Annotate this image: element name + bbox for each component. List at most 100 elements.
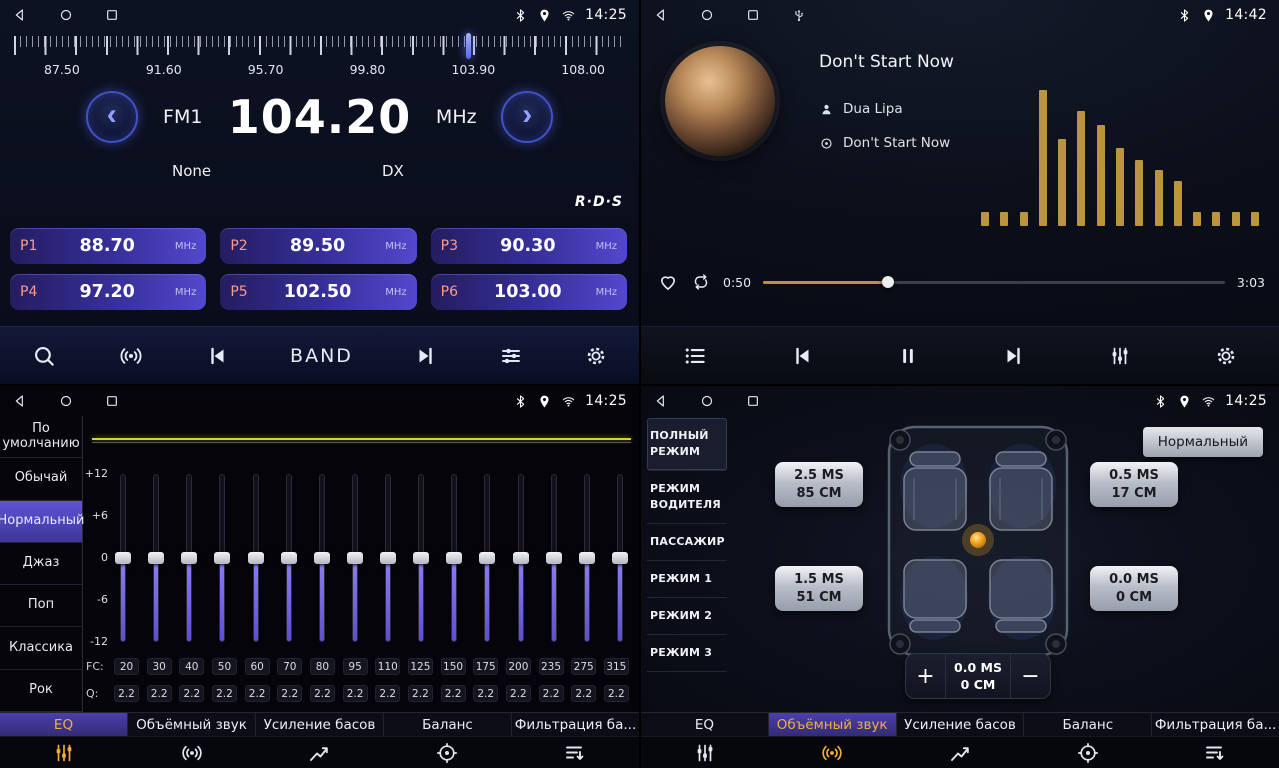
balance-icon-button[interactable] — [383, 737, 511, 768]
eq-preset-item[interactable]: По умолчанию — [0, 416, 82, 458]
eq-slider-thumb[interactable] — [612, 552, 628, 564]
home-button[interactable] — [58, 7, 74, 23]
tab-balance[interactable]: Баланс — [384, 713, 512, 736]
eq-icon-button[interactable] — [641, 737, 769, 768]
recent-apps-button[interactable] — [104, 7, 120, 23]
delay-rear-left[interactable]: 1.5 MS 51 CM — [775, 566, 863, 611]
settings-button[interactable] — [1214, 344, 1238, 368]
radio-preset-button[interactable]: P5102.50MHz — [220, 274, 416, 310]
eq-slider-thumb[interactable] — [148, 552, 164, 564]
eq-band-slider[interactable] — [180, 474, 198, 642]
eq-preset-item[interactable]: Обычай — [0, 458, 82, 500]
recent-apps-button[interactable] — [745, 7, 761, 23]
eq-preset-item[interactable]: Рок — [0, 670, 82, 712]
tab-bass-boost[interactable]: Усиление басов — [897, 713, 1025, 736]
eq-preset-item[interactable]: Классика — [0, 627, 82, 669]
eq-preset-item[interactable]: Поп — [0, 585, 82, 627]
eq-slider-thumb[interactable] — [513, 552, 529, 564]
eq-band-slider[interactable] — [247, 474, 265, 642]
bass-boost-icon-button[interactable] — [256, 737, 384, 768]
balance-icon-button[interactable] — [1024, 737, 1152, 768]
minus-button[interactable]: − — [1010, 654, 1050, 698]
radio-preset-button[interactable]: P390.30MHz — [431, 228, 627, 264]
eq-slider-thumb[interactable] — [546, 552, 562, 564]
eq-icon-button[interactable] — [0, 737, 128, 768]
tab-eq[interactable]: EQ — [641, 713, 769, 736]
car-cabin-visual[interactable] — [884, 422, 1072, 660]
eq-slider-thumb[interactable] — [380, 552, 396, 564]
eq-band-slider[interactable] — [578, 474, 596, 642]
eq-band-slider[interactable] — [379, 474, 397, 642]
eq-band-slider[interactable] — [545, 474, 563, 642]
tune-up-button[interactable]: › — [501, 91, 553, 143]
eq-band-slider[interactable] — [445, 474, 463, 642]
eq-preset-item[interactable]: Джаз — [0, 543, 82, 585]
eq-band-slider[interactable] — [213, 474, 231, 642]
eq-slider-thumb[interactable] — [579, 552, 595, 564]
eq-slider-thumb[interactable] — [181, 552, 197, 564]
home-button[interactable] — [699, 393, 715, 409]
seek-up-button[interactable] — [414, 344, 438, 368]
sf-mode-item[interactable]: ПОЛНЫЙ РЕЖИМ — [647, 418, 727, 471]
delay-front-left[interactable]: 2.5 MS 85 CM — [775, 462, 863, 507]
eq-preset-item[interactable]: Нормальный — [0, 501, 82, 543]
equalizer-button[interactable] — [1108, 344, 1132, 368]
eq-slider-thumb[interactable] — [347, 552, 363, 564]
repeat-button[interactable] — [691, 272, 711, 292]
eq-slider-thumb[interactable] — [115, 552, 131, 564]
bass-boost-icon-button[interactable] — [896, 737, 1024, 768]
surround-icon-button[interactable] — [128, 737, 256, 768]
band-button[interactable]: BAND — [290, 345, 353, 367]
next-track-button[interactable] — [1002, 344, 1026, 368]
favorite-button[interactable] — [657, 271, 679, 293]
eq-band-slider[interactable] — [147, 474, 165, 642]
filter-icon-button[interactable] — [1151, 737, 1279, 768]
home-button[interactable] — [699, 7, 715, 23]
tab-eq[interactable]: EQ — [0, 713, 128, 736]
tab-surround-sound[interactable]: Объёмный звук — [128, 713, 256, 736]
eq-band-slider[interactable] — [512, 474, 530, 642]
frequency-ruler[interactable] — [14, 36, 625, 56]
tab-surround-sound[interactable]: Объёмный звук — [769, 713, 897, 736]
home-button[interactable] — [58, 393, 74, 409]
scan-button[interactable] — [31, 343, 57, 369]
eq-band-slider[interactable] — [478, 474, 496, 642]
plus-button[interactable]: + — [906, 654, 946, 698]
eq-band-slider[interactable] — [346, 474, 364, 642]
radio-preset-button[interactable]: P289.50MHz — [220, 228, 416, 264]
sf-mode-item[interactable]: РЕЖИМ 3 — [647, 635, 727, 672]
sf-mode-item[interactable]: РЕЖИМ 1 — [647, 561, 727, 598]
eq-slider-thumb[interactable] — [479, 552, 495, 564]
eq-slider-thumb[interactable] — [214, 552, 230, 564]
playlist-button[interactable] — [682, 343, 708, 369]
sf-mode-item[interactable]: РЕЖИМ ВОДИТЕЛЯ — [647, 471, 727, 524]
eq-band-slider[interactable] — [114, 474, 132, 642]
radio-preset-button[interactable]: P188.70MHz — [10, 228, 206, 264]
back-button[interactable] — [653, 7, 669, 23]
tab-bass-boost[interactable]: Усиление басов — [256, 713, 384, 736]
back-button[interactable] — [12, 393, 28, 409]
broadcast-button[interactable] — [118, 343, 144, 369]
sf-mode-item[interactable]: РЕЖИМ 2 — [647, 598, 727, 635]
eq-slider-thumb[interactable] — [281, 552, 297, 564]
back-button[interactable] — [12, 7, 28, 23]
seek-slider[interactable] — [763, 275, 1225, 289]
settings-button[interactable] — [584, 344, 608, 368]
eq-band-slider[interactable] — [412, 474, 430, 642]
back-button[interactable] — [653, 393, 669, 409]
tab-filter[interactable]: Фильтрация ба... — [512, 713, 639, 736]
eq-slider-thumb[interactable] — [413, 552, 429, 564]
tune-down-button[interactable]: ‹ — [86, 91, 138, 143]
delay-rear-right[interactable]: 0.0 MS 0 CM — [1090, 566, 1178, 611]
eq-slider-thumb[interactable] — [248, 552, 264, 564]
eq-slider-thumb[interactable] — [314, 552, 330, 564]
eq-band-slider[interactable] — [280, 474, 298, 642]
tab-filter[interactable]: Фильтрация ба... — [1152, 713, 1279, 736]
recent-apps-button[interactable] — [104, 393, 120, 409]
radio-preset-button[interactable]: P497.20MHz — [10, 274, 206, 310]
surround-icon-button[interactable] — [769, 737, 897, 768]
sf-mode-item[interactable]: ПАССАЖИР — [647, 524, 727, 561]
recent-apps-button[interactable] — [745, 393, 761, 409]
previous-track-button[interactable] — [790, 344, 814, 368]
eq-band-slider[interactable] — [313, 474, 331, 642]
